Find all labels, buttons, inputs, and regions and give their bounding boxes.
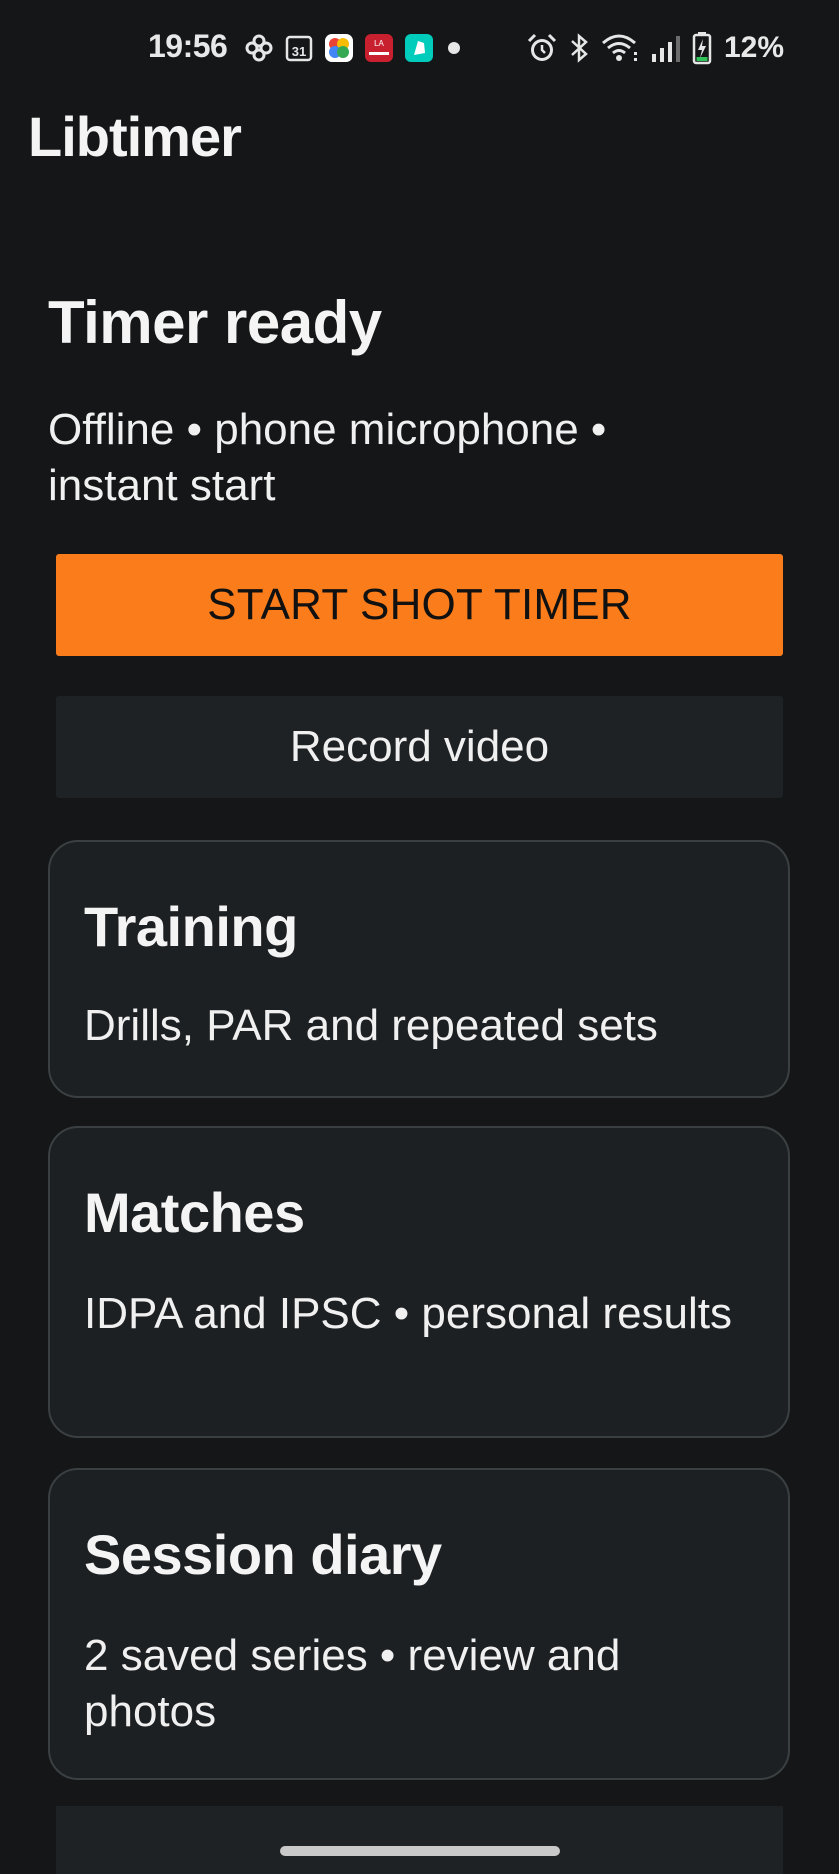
timer-status-subtitle: Offline • phone microphone • instant sta… [48, 405, 607, 510]
signal-icon [650, 32, 682, 64]
system-icons: 12% [526, 30, 784, 66]
photos-icon [324, 33, 354, 63]
bluetooth-icon [568, 32, 590, 64]
card-title: Training [84, 895, 298, 958]
pinwheel-icon [244, 33, 274, 63]
app-title: Libtimer [28, 105, 242, 168]
matches-card[interactable]: Matches IDPA and IPSC • personal results [48, 1126, 790, 1438]
notification-icons: 31 LA [244, 31, 464, 65]
timer-status-title: Timer ready [48, 289, 382, 356]
more-dot-icon [444, 33, 464, 63]
training-card[interactable]: Training Drills, PAR and repeated sets [48, 840, 790, 1098]
next-item-peek[interactable] [56, 1806, 783, 1874]
session-diary-card[interactable]: Session diary 2 saved series • review an… [48, 1468, 790, 1780]
la-parisien-icon: LA [364, 33, 394, 63]
record-video-button[interactable]: Record video [56, 696, 783, 798]
wifi-icon [600, 32, 640, 64]
deliveroo-icon [404, 33, 434, 63]
card-title: Session diary [84, 1523, 442, 1586]
card-title: Matches [84, 1181, 305, 1244]
battery-charging-icon [692, 31, 712, 65]
home-indicator[interactable] [280, 1846, 560, 1856]
card-description: Drills, PAR and repeated sets [84, 1001, 658, 1050]
status-bar: 19:56 31 LA 12% [0, 0, 839, 96]
news-icon-text: LA [374, 39, 384, 48]
battery-percentage: 12% [724, 31, 785, 64]
alarm-icon [526, 32, 558, 64]
card-description: 2 saved series • review and photos [84, 1631, 621, 1736]
status-time: 19:56 [148, 28, 228, 64]
calendar-day: 31 [292, 44, 306, 59]
card-description: IDPA and IPSC • personal results [84, 1289, 733, 1338]
start-shot-timer-button[interactable]: START SHOT TIMER [56, 554, 783, 656]
calendar-icon: 31 [284, 33, 314, 63]
